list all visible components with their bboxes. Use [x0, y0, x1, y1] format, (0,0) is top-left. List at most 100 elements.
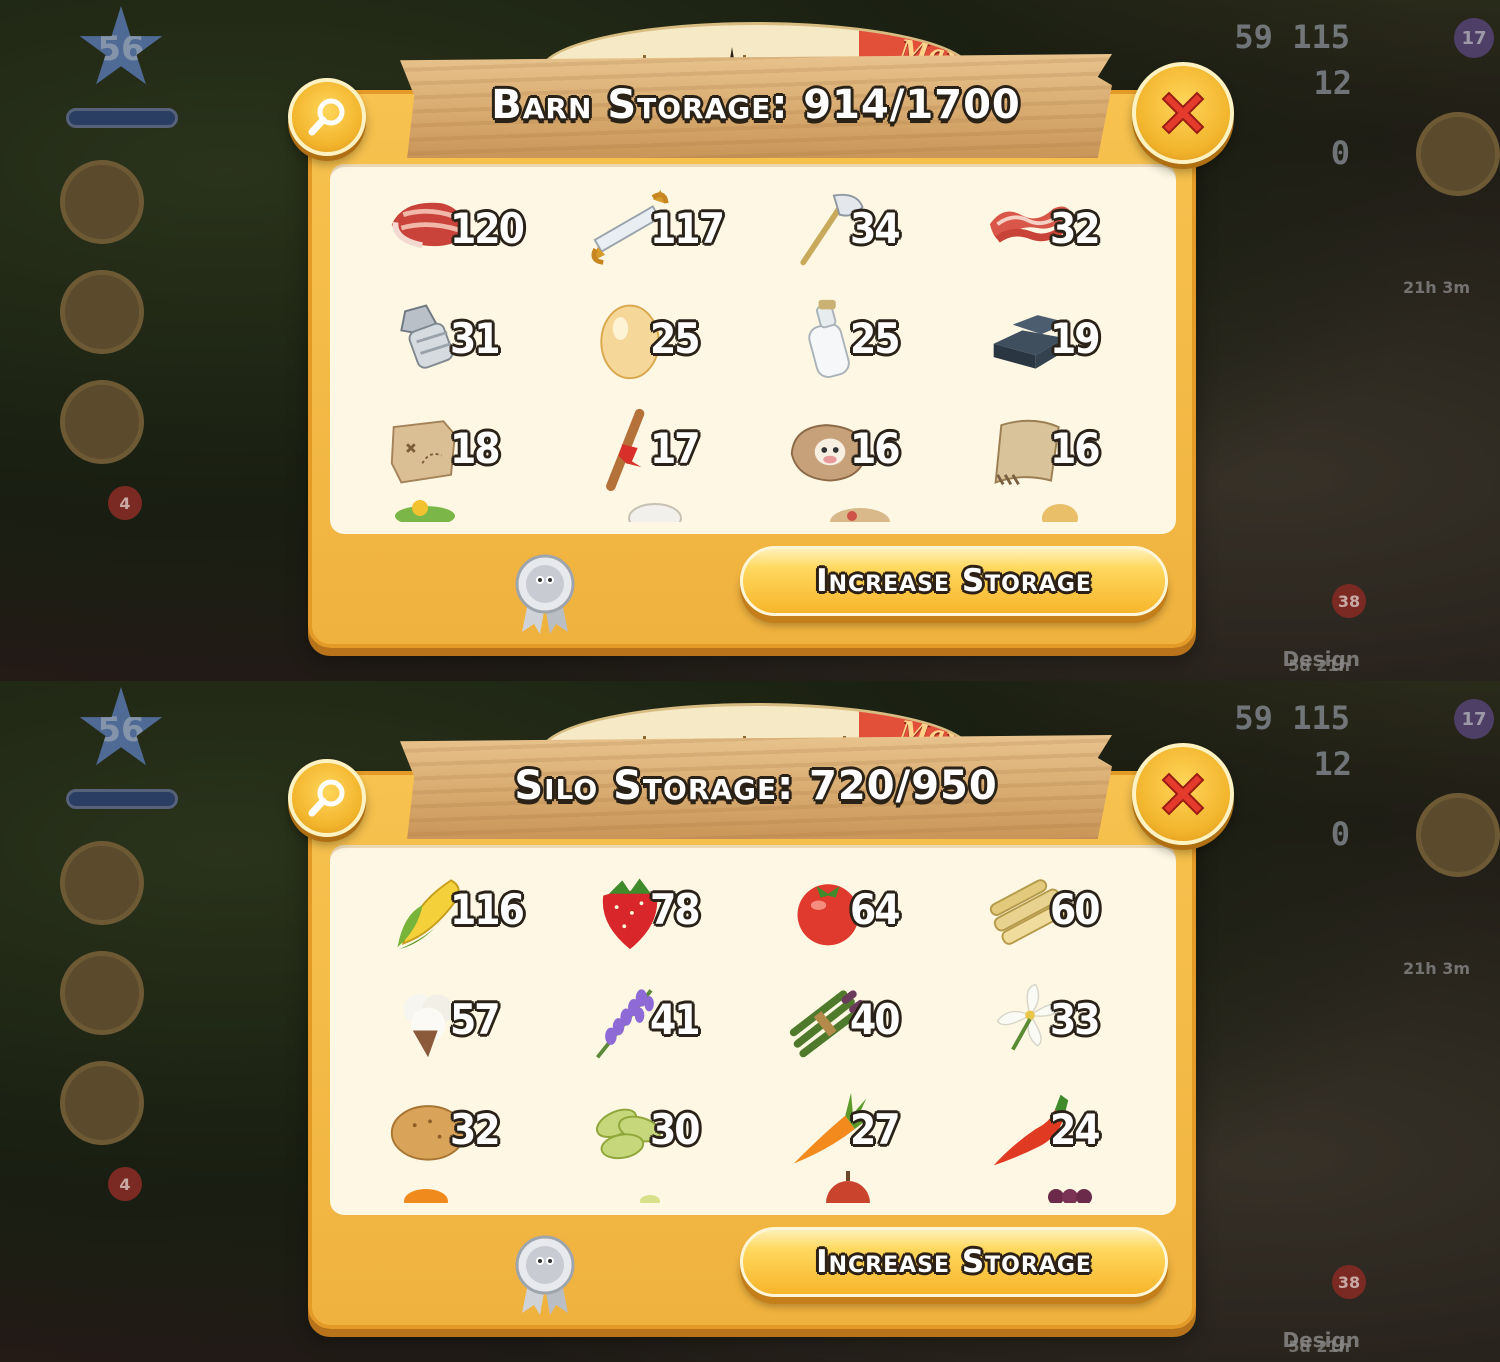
item-quantity: 40 [850, 995, 901, 1044]
item-quantity: 32 [450, 1105, 501, 1154]
item-quantity: 18 [450, 424, 501, 473]
storage-item[interactable]: 31 [370, 292, 570, 388]
item-quantity: 33 [1050, 995, 1101, 1044]
bread-peek-icon [1042, 504, 1078, 522]
storage-item[interactable]: 120 [370, 182, 570, 278]
storage-item[interactable]: 32 [970, 182, 1170, 278]
design-timer: 5d 21h [1288, 1337, 1350, 1356]
event-circle-icon[interactable] [1416, 793, 1500, 877]
xp-bar [66, 789, 178, 809]
item-quantity: 31 [450, 314, 501, 363]
newspaper-circle-icon[interactable] [60, 160, 144, 244]
item-quantity: 116 [450, 885, 525, 934]
item-quantity: 34 [850, 204, 901, 253]
search-button[interactable] [288, 759, 366, 837]
silo-screen: 56 59 115 12 0 17 21h 3m 4 38 Design 5d … [0, 681, 1500, 1362]
design-timer: 5d 21h [1288, 656, 1350, 675]
item-quantity: 30 [650, 1105, 701, 1154]
storage-item[interactable]: 34 [770, 182, 970, 278]
level-star-icon[interactable]: 56 [79, 687, 163, 766]
storage-item[interactable]: 57 [370, 973, 570, 1069]
ribbon-medal-icon[interactable] [514, 1235, 576, 1315]
ribbon-medal-icon[interactable] [514, 554, 576, 634]
item-quantity: 60 [1050, 885, 1101, 934]
item-quantity: 16 [850, 424, 901, 473]
search-button[interactable] [288, 78, 366, 156]
item-quantity: 57 [450, 995, 501, 1044]
close-button[interactable] [1132, 62, 1234, 164]
barn-storage-title: Barn Storage: 914/1700 [491, 82, 1021, 128]
item-quantity: 41 [650, 995, 701, 1044]
barn-items-grid: 120 117 34 32 31 25 25 19 18 17 16 16 [370, 182, 1170, 498]
item-quantity: 64 [850, 885, 901, 934]
close-icon [1161, 772, 1205, 816]
silo-storage-title: Silo Storage: 720/950 [514, 763, 998, 809]
coins-counter: 59 115 [1234, 699, 1350, 737]
mail-circle-icon[interactable] [60, 270, 144, 354]
left-badge: 4 [108, 1167, 142, 1201]
plant-peek-icon [640, 1195, 660, 1203]
item-quantity: 16 [1050, 424, 1101, 473]
right-badge: 38 [1332, 1265, 1366, 1299]
storage-item[interactable]: 25 [570, 292, 770, 388]
barn-title-plank: Barn Storage: 914/1700 [400, 54, 1112, 158]
storage-item[interactable]: 25 [770, 292, 970, 388]
diamonds-counter: 12 [1313, 64, 1352, 102]
apple-peek-icon [826, 1171, 870, 1203]
wool-peek-icon [628, 503, 682, 522]
silo-items-grid: 116 78 64 60 57 41 40 33 32 30 27 24 [370, 863, 1170, 1179]
left-badge: 4 [108, 486, 142, 520]
right-badge: 38 [1332, 584, 1366, 618]
magnifier-icon [308, 779, 345, 817]
timer-label: 21h 3m [1402, 278, 1470, 297]
vouchers-counter: 0 [1330, 134, 1350, 172]
xp-bar [66, 108, 178, 128]
salad-peek-icon [395, 500, 455, 522]
newspaper-circle-icon[interactable] [60, 841, 144, 925]
silo-items-panel[interactable]: 116 78 64 60 57 41 40 33 32 30 27 24 [330, 845, 1176, 1215]
timer-label: 21h 3m [1402, 959, 1470, 978]
barn-screen: 56 59 115 12 0 17 21h 3m 4 38 Design 5d … [0, 0, 1500, 681]
close-icon [1161, 91, 1205, 135]
item-quantity: 17 [650, 424, 701, 473]
storage-item[interactable]: 41 [570, 973, 770, 1069]
notification-count[interactable]: 17 [1454, 18, 1494, 58]
close-button[interactable] [1132, 743, 1234, 845]
increase-storage-button[interactable]: Increase Storage [740, 546, 1168, 616]
storage-item[interactable]: 78 [570, 863, 770, 959]
event-circle-icon[interactable] [1416, 112, 1500, 196]
storage-item[interactable]: 33 [970, 973, 1170, 1069]
item-quantity: 24 [1050, 1105, 1101, 1154]
storage-item[interactable]: 40 [770, 973, 970, 1069]
storage-item[interactable]: 116 [370, 863, 570, 959]
vouchers-counter: 0 [1330, 815, 1350, 853]
item-quantity: 25 [650, 314, 701, 363]
mail-circle-icon[interactable] [60, 951, 144, 1035]
item-quantity: 117 [650, 204, 725, 253]
item-quantity: 32 [1050, 204, 1101, 253]
sack-peek-icon [830, 508, 890, 522]
grapes-peek-icon [1048, 1189, 1092, 1203]
level-star-icon[interactable]: 56 [79, 6, 163, 85]
pumpkin-peek-icon [404, 1189, 448, 1203]
diamonds-counter: 12 [1313, 745, 1352, 783]
barn-items-panel[interactable]: 120 117 34 32 31 25 25 19 18 17 16 16 [330, 164, 1176, 534]
storage-item[interactable]: 19 [970, 292, 1170, 388]
item-quantity: 25 [850, 314, 901, 363]
storage-item[interactable]: 60 [970, 863, 1170, 959]
silo-storage-dialog: 116 78 64 60 57 41 40 33 32 30 27 24 Increase Stora… [308, 771, 1196, 1329]
silo-title-plank: Silo Storage: 720/950 [400, 735, 1112, 839]
barn-storage-dialog: 120 117 34 32 31 25 25 19 18 17 16 16 Increase Stor… [308, 90, 1196, 648]
item-quantity: 19 [1050, 314, 1101, 363]
storage-item[interactable]: 117 [570, 182, 770, 278]
item-quantity: 78 [650, 885, 701, 934]
magnifier-icon [308, 98, 345, 136]
item-quantity: 120 [450, 204, 525, 253]
chat-circle-icon[interactable] [60, 380, 144, 464]
chat-circle-icon[interactable] [60, 1061, 144, 1145]
storage-item[interactable]: 64 [770, 863, 970, 959]
notification-count[interactable]: 17 [1454, 699, 1494, 739]
item-quantity: 27 [850, 1105, 901, 1154]
increase-storage-button[interactable]: Increase Storage [740, 1227, 1168, 1297]
coins-counter: 59 115 [1234, 18, 1350, 56]
